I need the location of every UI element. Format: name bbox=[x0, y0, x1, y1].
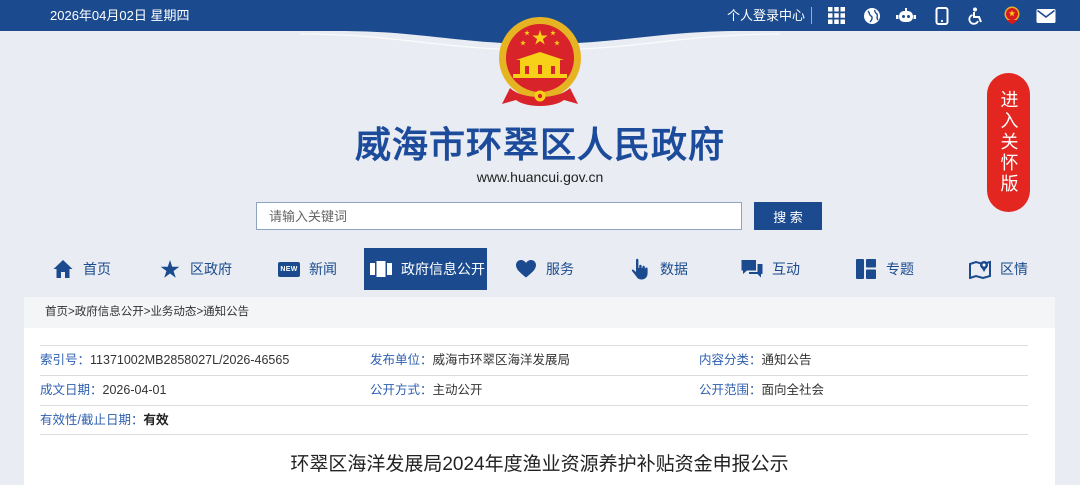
info-value: 面向全社会 bbox=[761, 383, 825, 397]
globe-icon[interactable] bbox=[862, 6, 882, 25]
personal-login-link[interactable]: 个人登录中心 bbox=[727, 0, 805, 31]
info-cell-index-number: 索引号：11371002MB2858027L/2026-46565 bbox=[40, 346, 289, 375]
info-label: 索引号： bbox=[40, 353, 91, 367]
site-title: 威海市环翠区人民政府 bbox=[354, 124, 725, 165]
info-label: 内容分类： bbox=[699, 353, 762, 367]
nav-item-services[interactable]: 服务 bbox=[515, 248, 574, 290]
info-cell-disclosure-method: 公开方式：主动公开 bbox=[370, 376, 483, 405]
nav-label: 新闻 bbox=[309, 261, 337, 277]
info-value: 威海市环翠区海洋发展局 bbox=[432, 353, 571, 367]
info-value: 11371002MB2858027L/2026-46565 bbox=[90, 353, 290, 367]
info-label: 有效性/截止日期： bbox=[40, 413, 144, 427]
info-value: 有效 bbox=[143, 413, 169, 427]
breadcrumb-link-gov-info[interactable]: 政府信息公开 bbox=[75, 306, 144, 318]
search-input[interactable] bbox=[256, 202, 742, 230]
document-info-table: 索引号：11371002MB2858027L/2026-46565 发布单位：威… bbox=[40, 345, 1028, 435]
care-version-button[interactable]: 进入关怀版 bbox=[987, 73, 1030, 212]
info-cell-publisher: 发布单位：威海市环翠区海洋发展局 bbox=[370, 346, 570, 375]
info-label: 成文日期： bbox=[40, 383, 103, 397]
emblem-icon[interactable] bbox=[1002, 6, 1022, 25]
current-date: 2026年04月02日 星期四 bbox=[50, 8, 190, 23]
home-icon bbox=[52, 259, 74, 279]
nav-item-district-government[interactable]: 区政府 bbox=[159, 248, 232, 290]
info-row: 有效性/截止日期：有效 bbox=[40, 405, 1028, 435]
info-row: 成文日期：2026-04-01 公开方式：主动公开 公开范围：面向全社会 bbox=[40, 375, 1028, 405]
info-label: 发布单位： bbox=[370, 353, 433, 367]
article-title: 环翠区海洋发展局2024年度渔业资源养护补贴资金申报公示 bbox=[290, 454, 789, 475]
breadcrumb-separator: > bbox=[68, 306, 75, 318]
new-badge-text: NEW bbox=[278, 261, 300, 277]
nav-label: 区政府 bbox=[190, 261, 232, 277]
map-icon bbox=[969, 259, 991, 279]
new-badge-icon: NEW bbox=[278, 259, 300, 279]
hand-pointer-icon bbox=[629, 258, 651, 280]
nav-item-interaction[interactable]: 互动 bbox=[741, 248, 800, 290]
info-cell-category: 内容分类：通知公告 bbox=[699, 346, 812, 375]
nav-label: 互动 bbox=[772, 261, 800, 277]
nav-label: 政府信息公开 bbox=[401, 261, 485, 277]
heart-icon bbox=[515, 259, 537, 279]
breadcrumb-link-business-news[interactable]: 业务动态 bbox=[150, 306, 196, 318]
info-value: 2026-04-01 bbox=[102, 383, 167, 397]
site-url: www.huancui.gov.cn bbox=[476, 169, 604, 185]
nav-label: 数据 bbox=[660, 261, 688, 277]
national-emblem bbox=[499, 17, 581, 106]
top-bar-divider bbox=[811, 7, 812, 24]
nav-item-gov-info-disclosure[interactable]: 政府信息公开 bbox=[364, 248, 487, 290]
robot-icon[interactable] bbox=[896, 6, 916, 25]
nav-item-home[interactable]: 首页 bbox=[52, 248, 111, 290]
breadcrumb-link-notices[interactable]: 通知公告 bbox=[203, 306, 249, 318]
nav-item-special-topics[interactable]: 专题 bbox=[855, 248, 914, 290]
info-value: 主动公开 bbox=[432, 383, 483, 397]
info-label: 公开范围： bbox=[699, 383, 762, 397]
info-row: 索引号：11371002MB2858027L/2026-46565 发布单位：威… bbox=[40, 345, 1028, 375]
document-icon bbox=[370, 259, 392, 279]
mail-icon[interactable] bbox=[1036, 6, 1056, 25]
nav-label: 服务 bbox=[546, 261, 574, 277]
nav-label: 首页 bbox=[83, 261, 111, 277]
nav-label: 专题 bbox=[886, 261, 914, 277]
blocks-icon bbox=[855, 259, 877, 279]
nav-item-news[interactable]: NEW 新闻 bbox=[278, 248, 337, 290]
star-icon bbox=[159, 259, 181, 279]
chat-icon bbox=[741, 259, 763, 279]
search-button[interactable]: 搜 索 bbox=[754, 202, 822, 230]
care-version-label: 进入关怀版 bbox=[998, 90, 1019, 195]
info-cell-written-date: 成文日期：2026-04-01 bbox=[40, 376, 166, 405]
info-value: 通知公告 bbox=[761, 353, 812, 367]
info-label: 公开方式： bbox=[370, 383, 433, 397]
info-cell-validity: 有效性/截止日期：有效 bbox=[40, 406, 169, 435]
nav-item-district-profile[interactable]: 区情 bbox=[969, 248, 1028, 290]
accessibility-icon[interactable] bbox=[966, 6, 986, 25]
nav-item-data[interactable]: 数据 bbox=[629, 248, 688, 290]
grid-icon[interactable] bbox=[826, 6, 846, 25]
nav-label: 区情 bbox=[1000, 261, 1028, 277]
content-panel: 首页>政府信息公开>业务动态>通知公告 索引号：11371002MB285802… bbox=[24, 297, 1055, 485]
breadcrumb-link-home[interactable]: 首页 bbox=[45, 306, 68, 318]
breadcrumb: 首页>政府信息公开>业务动态>通知公告 bbox=[24, 297, 1055, 328]
info-cell-disclosure-scope: 公开范围：面向全社会 bbox=[699, 376, 824, 405]
mobile-icon[interactable] bbox=[932, 6, 952, 25]
